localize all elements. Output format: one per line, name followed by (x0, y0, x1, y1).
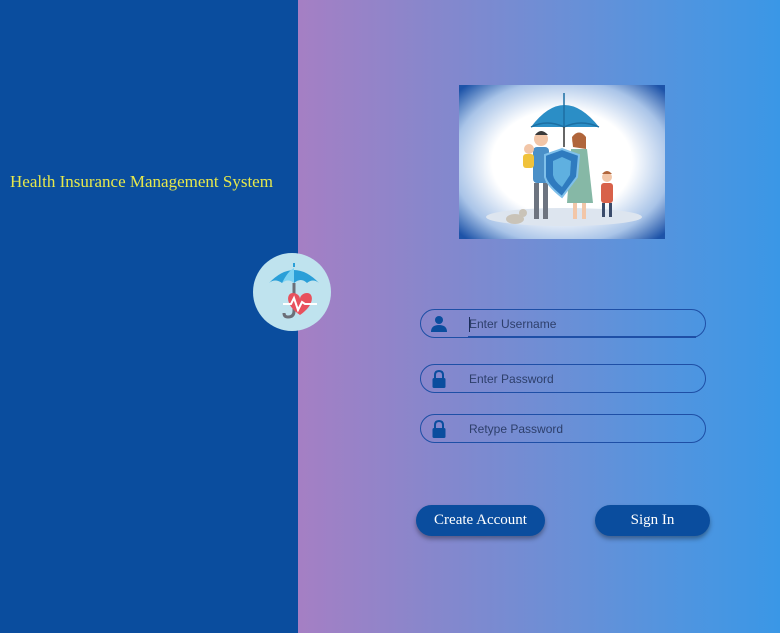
lock-icon (430, 369, 448, 388)
sign-in-button[interactable]: Sign In (595, 505, 710, 536)
password-field[interactable] (420, 364, 706, 393)
create-account-button[interactable]: Create Account (416, 505, 545, 536)
family-umbrella-illustration (459, 85, 665, 239)
focus-underline (468, 336, 696, 338)
text-caret (469, 317, 470, 332)
user-icon (430, 315, 448, 333)
retype-password-input[interactable] (469, 419, 695, 439)
left-panel (0, 0, 298, 633)
username-input[interactable] (469, 314, 695, 334)
retype-password-field[interactable] (420, 414, 706, 443)
umbrella-heart-icon (253, 253, 331, 331)
lock-icon (430, 419, 448, 438)
password-input[interactable] (469, 369, 695, 389)
app-title: Health Insurance Management System (10, 172, 273, 191)
username-field[interactable] (420, 309, 706, 338)
